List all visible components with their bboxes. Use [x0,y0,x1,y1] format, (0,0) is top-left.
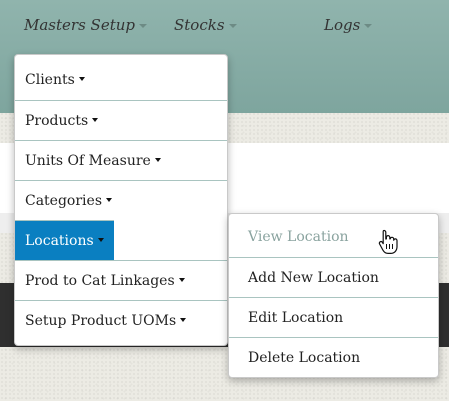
menu-item-label: Clients [25,72,75,88]
nav-stocks-label: Stocks [174,16,225,34]
locations-submenu: View Location Add New Location Edit Loca… [228,213,439,378]
nav-masters-setup-label: Masters Setup [24,16,135,34]
caret-down-icon [92,118,99,122]
menu-item-label: Prod to Cat Linkages [25,273,175,289]
menu-item-label: Locations [25,233,94,249]
menu-item-label: Products [25,113,89,129]
caret-down-icon [178,278,185,282]
nav-logs[interactable]: Logs [324,16,373,34]
menu-item-prod-to-cat-linkages[interactable]: Prod to Cat Linkages [15,260,227,300]
caret-down-icon [97,238,104,242]
menu-item-clients[interactable]: Clients [15,60,227,100]
caret-down-icon [364,24,373,28]
menu-item-units-of-measure[interactable]: Units Of Measure [15,140,227,180]
menu-item-categories[interactable]: Categories [15,180,227,220]
menu-item-setup-product-uoms[interactable]: Setup Product UOMs [15,300,227,340]
hand-pointer-icon [378,229,398,254]
menu-item-label: Setup Product UOMs [25,313,177,329]
caret-down-icon [180,318,187,322]
menu-item-label: Units Of Measure [25,153,151,169]
nav-logs-label: Logs [324,16,361,34]
caret-down-icon [138,24,147,28]
nav-masters-setup[interactable]: Masters Setup [24,16,147,34]
menu-item-label: Categories [25,193,102,209]
caret-down-icon [154,158,161,162]
masters-setup-dropdown: Clients Products Units Of Measure Catego… [14,54,228,346]
caret-down-icon [78,77,85,81]
menu-item-locations[interactable]: Locations [15,220,114,260]
submenu-item-add-new-location[interactable]: Add New Location [229,257,438,297]
caret-down-icon [106,198,112,202]
nav-stocks[interactable]: Stocks [174,16,237,34]
submenu-item-view-location[interactable]: View Location [229,217,438,257]
caret-down-icon [228,24,237,28]
submenu-item-edit-location[interactable]: Edit Location [229,297,438,337]
submenu-item-delete-location[interactable]: Delete Location [229,337,438,377]
menu-item-products[interactable]: Products [15,100,227,140]
